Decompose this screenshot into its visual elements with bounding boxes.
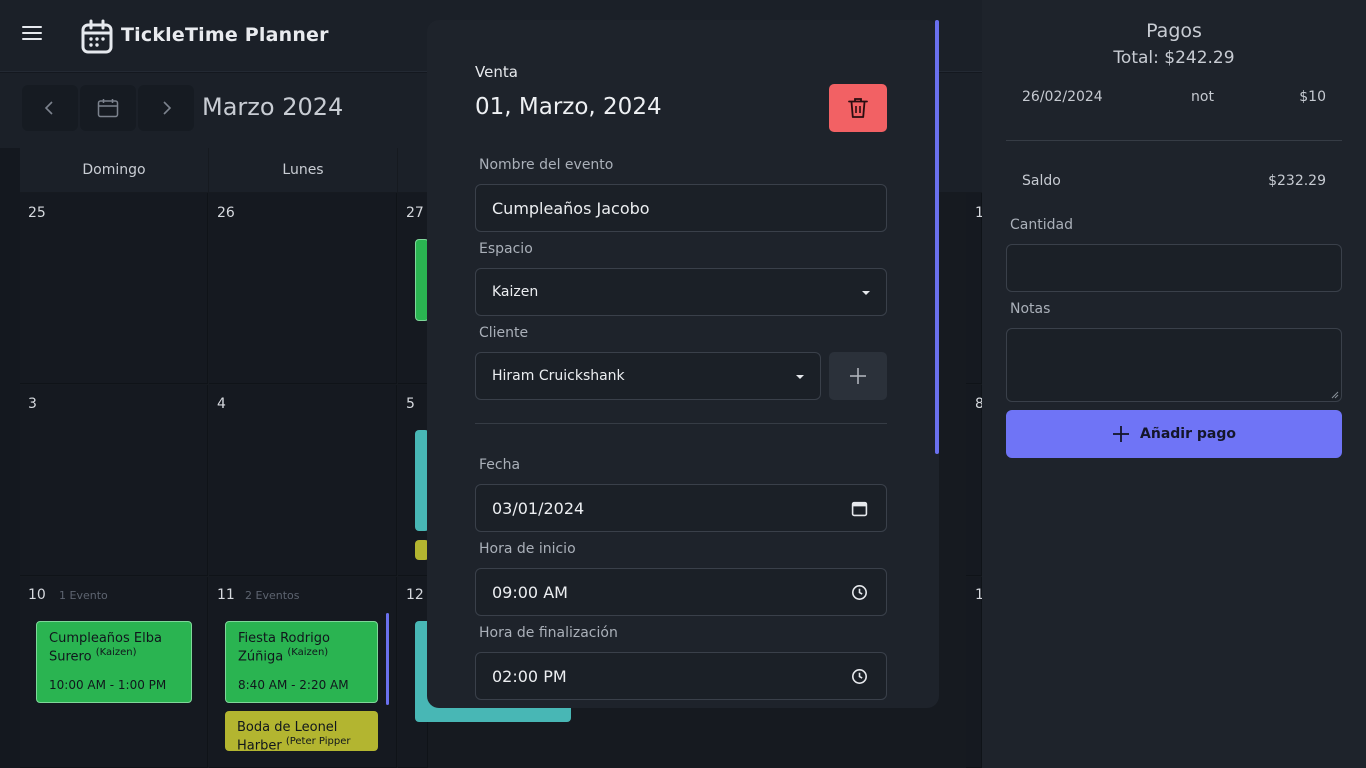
day-number: 26 xyxy=(217,205,235,221)
client-label: Cliente xyxy=(479,325,529,341)
end-time-label: Hora de finalización xyxy=(479,625,618,641)
payments-total: Total: $242.29 xyxy=(1113,48,1235,68)
weekday-header: Lunes xyxy=(209,148,397,192)
calendar-icon[interactable] xyxy=(851,500,868,517)
clock-icon[interactable] xyxy=(851,584,868,601)
caret-down-icon xyxy=(796,375,804,379)
event-time: 8:40 AM - 2:20 AM xyxy=(238,678,349,692)
plus-icon xyxy=(850,368,866,384)
modal-scrollbar[interactable] xyxy=(935,20,939,454)
event-name-label: Nombre del evento xyxy=(479,157,614,173)
balance-value: $232.29 xyxy=(1268,173,1326,189)
day-cell[interactable] xyxy=(966,193,982,384)
payments-panel: Pagos Total: $242.29 26/02/2024 not $10 … xyxy=(982,0,1366,768)
menu-icon[interactable] xyxy=(22,26,42,46)
day-number: 5 xyxy=(406,396,415,412)
weekday-header xyxy=(398,148,428,192)
add-client-button[interactable] xyxy=(829,352,887,400)
start-time-label: Hora de inicio xyxy=(479,541,576,557)
day-cell[interactable] xyxy=(209,385,397,576)
chevron-right-icon xyxy=(163,101,172,115)
amount-label: Cantidad xyxy=(1010,217,1073,233)
day-number: 10 xyxy=(28,587,46,603)
space-value: Kaizen xyxy=(492,284,539,300)
day-cell[interactable] xyxy=(20,385,208,576)
day-number: 11 xyxy=(217,587,235,603)
end-time-value: 02:00 PM xyxy=(492,666,567,686)
day-cell[interactable] xyxy=(209,193,397,384)
day-number: 25 xyxy=(28,205,46,221)
start-time-value: 09:00 AM xyxy=(492,582,568,602)
clock-icon[interactable] xyxy=(851,668,868,685)
month-title: Marzo 2024 xyxy=(202,93,344,121)
delete-button[interactable] xyxy=(829,84,887,132)
amount-input[interactable] xyxy=(1006,244,1342,292)
caret-down-icon xyxy=(862,291,870,295)
resize-handle-icon[interactable] xyxy=(1331,391,1339,399)
calendar-icon xyxy=(97,99,119,118)
add-payment-button[interactable]: Añadir pago xyxy=(1006,410,1342,458)
event-space-tag: (Peter Pipper xyxy=(285,736,351,747)
day-number: 12 xyxy=(406,587,424,603)
payment-amount: $10 xyxy=(1299,89,1326,105)
date-input[interactable]: 03/01/2024 xyxy=(475,484,887,532)
payment-date: 26/02/2024 xyxy=(1022,89,1103,105)
space-select[interactable]: Kaizen xyxy=(475,268,887,316)
day-cell[interactable] xyxy=(20,193,208,384)
notes-textarea[interactable] xyxy=(1006,328,1342,402)
space-label: Espacio xyxy=(479,241,533,257)
cell-scrollbar[interactable] xyxy=(386,613,389,705)
add-payment-label: Añadir pago xyxy=(1140,426,1236,442)
day-number: 4 xyxy=(217,396,226,412)
modal-date-heading: 01, Marzo, 2024 xyxy=(475,94,662,120)
payment-note: not xyxy=(1191,89,1214,105)
event-space-tag: (Kaizen) xyxy=(287,647,329,658)
plus-icon xyxy=(1113,426,1130,442)
date-label: Fecha xyxy=(479,457,521,473)
trash-icon xyxy=(848,98,868,118)
event-space-tag: (Kaizen) xyxy=(95,647,137,658)
day-cell[interactable] xyxy=(966,385,982,576)
balance-label: Saldo xyxy=(1022,173,1061,189)
day-number: 3 xyxy=(28,396,37,412)
next-month-button[interactable] xyxy=(138,85,194,131)
day-number: 27 xyxy=(406,205,424,221)
prev-month-button[interactable] xyxy=(22,85,78,131)
event-time: 10:00 AM - 1:00 PM xyxy=(49,678,167,692)
weekday-header xyxy=(939,148,982,192)
day-cell[interactable] xyxy=(966,577,982,768)
section-divider xyxy=(475,423,887,424)
chevron-left-icon xyxy=(44,101,53,115)
weekday-header: Domingo xyxy=(20,148,208,192)
client-select[interactable]: Hiram Cruickshank xyxy=(475,352,821,400)
app-title: TickleTime Planner xyxy=(121,24,329,46)
event-name-input[interactable]: Cumpleaños Jacobo xyxy=(475,184,887,232)
end-time-input[interactable]: 02:00 PM xyxy=(475,652,887,700)
date-value: 03/01/2024 xyxy=(492,498,585,518)
today-button[interactable] xyxy=(80,85,136,131)
payments-title: Pagos xyxy=(1146,20,1202,42)
event-count: 2 Eventos xyxy=(245,589,300,602)
start-time-input[interactable]: 09:00 AM xyxy=(475,568,887,616)
payments-divider xyxy=(1006,140,1342,141)
event-modal: Venta 01, Marzo, 2024 Nombre del evento … xyxy=(427,20,939,708)
event-card[interactable]: Boda de Leonel Harber (Peter Pipper xyxy=(225,711,378,751)
modal-type-label: Venta xyxy=(475,63,518,81)
calendar-logo-icon xyxy=(81,19,113,54)
event-card[interactable]: Cumpleaños Elba Surero (Kaizen) 10:00 AM… xyxy=(36,621,192,703)
notes-label: Notas xyxy=(1010,301,1051,317)
event-name-value: Cumpleaños Jacobo xyxy=(492,198,650,218)
event-card[interactable]: Fiesta Rodrigo Zúñiga (Kaizen) 8:40 AM -… xyxy=(225,621,378,703)
client-value: Hiram Cruickshank xyxy=(492,368,625,384)
event-count: 1 Evento xyxy=(59,589,108,602)
